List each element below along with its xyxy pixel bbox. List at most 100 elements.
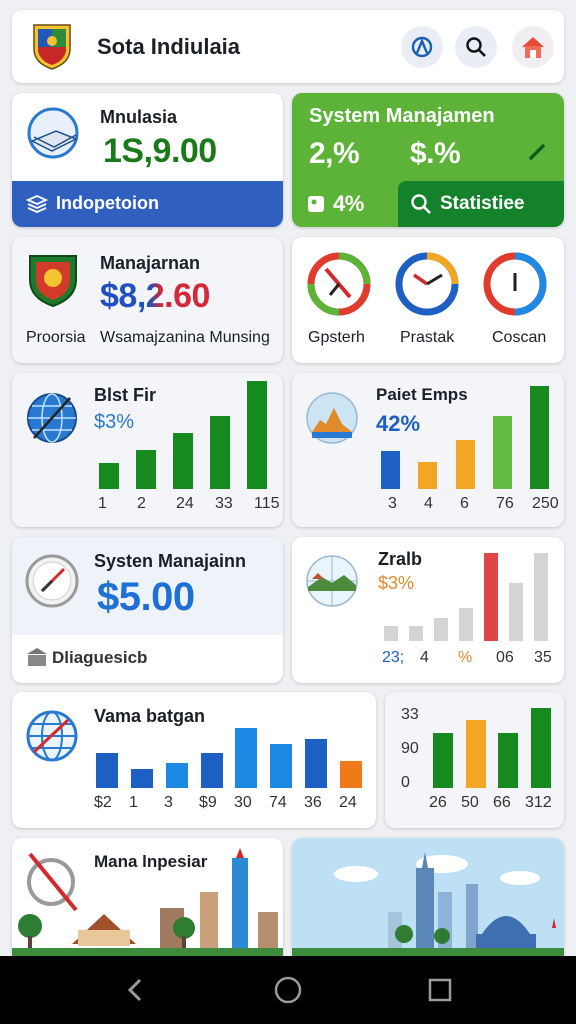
bar-area [90, 381, 276, 489]
tick-label: 66 [493, 794, 511, 811]
gauge-label-1: Gpsterh [308, 329, 365, 346]
search-icon [466, 37, 486, 57]
bar [304, 738, 327, 788]
card-footer[interactable]: Indopetoion [12, 181, 283, 227]
recents-button[interactable] [424, 974, 456, 1006]
tick-label: 30 [234, 794, 252, 811]
pen-icon[interactable] [528, 141, 548, 161]
gauge-1[interactable] [306, 251, 372, 317]
tick-label: 250 [532, 495, 559, 512]
card-value: $5.00 [97, 575, 195, 619]
shield-icon [26, 250, 80, 308]
tick-label: 2 [137, 495, 146, 512]
bar [98, 463, 119, 489]
card-title: Mnulasia [100, 107, 178, 127]
back-icon [127, 978, 142, 1002]
y-tick-label: 90 [401, 740, 419, 757]
app-title: Sota Indiulaia [97, 34, 241, 59]
city-skyline-illustration [292, 852, 564, 956]
home-button[interactable] [272, 974, 304, 1006]
card-title: Systen Manajainn [94, 551, 247, 571]
stat-1: 2,% [309, 137, 360, 170]
stat-3: 4% [333, 191, 364, 216]
tick-label: 24 [176, 495, 194, 512]
bar [96, 752, 119, 788]
landmark-icon [304, 390, 360, 446]
compass-icon [411, 36, 433, 58]
bar [270, 744, 293, 788]
footer-label: Indopetoion [56, 193, 159, 213]
gauge-3[interactable] [482, 251, 548, 317]
stat-card-systen[interactable]: Systen Manajainn $5.00 Dliaguesicb [12, 537, 283, 683]
card-title: Manajarnan [100, 253, 201, 273]
home-icon [274, 976, 302, 1004]
tick-label: 76 [496, 495, 514, 512]
chart-card-zralb[interactable]: Zralb $3% 23; 4% 06 35 [292, 537, 564, 683]
statistics-button[interactable]: Statistiee [398, 181, 564, 227]
tick-label: 35 [534, 649, 552, 666]
home-shortcut-button[interactable] [512, 26, 554, 68]
book-icon [24, 107, 82, 161]
house-icon [522, 37, 544, 58]
y-tick-label: 33 [401, 706, 419, 723]
gauge-icon [307, 252, 371, 316]
app-header: Sota Indiulaia [12, 10, 564, 83]
bar-area [378, 545, 554, 641]
label-right: Wsamajzanina Munsing [100, 329, 270, 346]
system-navigation-bar [0, 956, 576, 1024]
card-value-text: $8,2.60 [100, 277, 210, 315]
bar-area [427, 706, 557, 788]
tick-label: 1 [98, 495, 107, 512]
chart-card-right[interactable]: 33 90 0 26 50 66 312 [385, 692, 564, 828]
chart-card-blst[interactable]: Blst Fir $3% 1 2 24 33 115 [12, 373, 283, 527]
tick-label: 36 [304, 794, 322, 811]
bar [210, 415, 231, 489]
back-button[interactable] [120, 974, 152, 1006]
tick-label: $9 [199, 794, 217, 811]
bar [509, 583, 524, 641]
globe-landscape-icon [304, 553, 360, 609]
stat-card-system[interactable]: System Manajamen 2,% $.% 4% Statistiee [292, 93, 564, 227]
button-label: Statistiee [440, 193, 525, 214]
tag-icon [308, 196, 324, 212]
bar [433, 617, 448, 641]
card-value: $8,2.60 [100, 277, 210, 316]
tick-label: 24 [339, 794, 357, 811]
tick-label: 33 [215, 495, 233, 512]
gauge-label-3: Coscan [492, 329, 547, 346]
bar [433, 733, 454, 788]
gauge-label-2: Prastak [400, 329, 455, 346]
tick-label: 312 [525, 794, 552, 811]
bar-area [372, 381, 558, 489]
bar [534, 552, 549, 641]
bar [381, 451, 401, 489]
gauges-card[interactable]: Gpsterh Prastak Coscan [292, 237, 564, 363]
bar [235, 728, 258, 788]
stat-card-manajarnan[interactable]: Manajarnan $8,2.60 Proorsia Wsamajzanina… [12, 237, 283, 363]
bar [165, 763, 188, 788]
search-button[interactable] [455, 26, 497, 68]
tick-label: 6 [460, 495, 469, 512]
gauge-2[interactable] [394, 251, 460, 317]
card-value: 1S,9.00 [103, 132, 217, 170]
tick-label: 4 [424, 495, 433, 512]
bar [459, 608, 473, 641]
recents-icon [428, 978, 452, 1002]
tick-label: % [458, 649, 473, 666]
bar [418, 462, 438, 489]
bar [173, 432, 193, 489]
search-icon [411, 194, 431, 214]
skyline-card[interactable]: Mana lnpesiar [12, 838, 283, 956]
chart-card-paiet[interactable]: Paiet Emps 42% 3 4 6 76 250 [292, 373, 564, 527]
card-title: System Manajamen [309, 105, 495, 127]
tick-label: $2 [94, 794, 112, 811]
skyline-photo-card[interactable] [292, 838, 564, 956]
bar [135, 450, 156, 489]
stat-card-mnulasia[interactable]: Mnulasia 1S,9.00 Indopetoion [12, 93, 283, 227]
chart-card-vama[interactable]: Vama batgan $2 1 3 $9 30 74 36 24 [12, 692, 376, 828]
compass-button[interactable] [401, 26, 443, 68]
label-left: Proorsia [26, 329, 86, 346]
tick-label: 115 [254, 495, 280, 512]
tick-label: 4 [420, 649, 429, 666]
tick-label: 3 [164, 794, 173, 811]
